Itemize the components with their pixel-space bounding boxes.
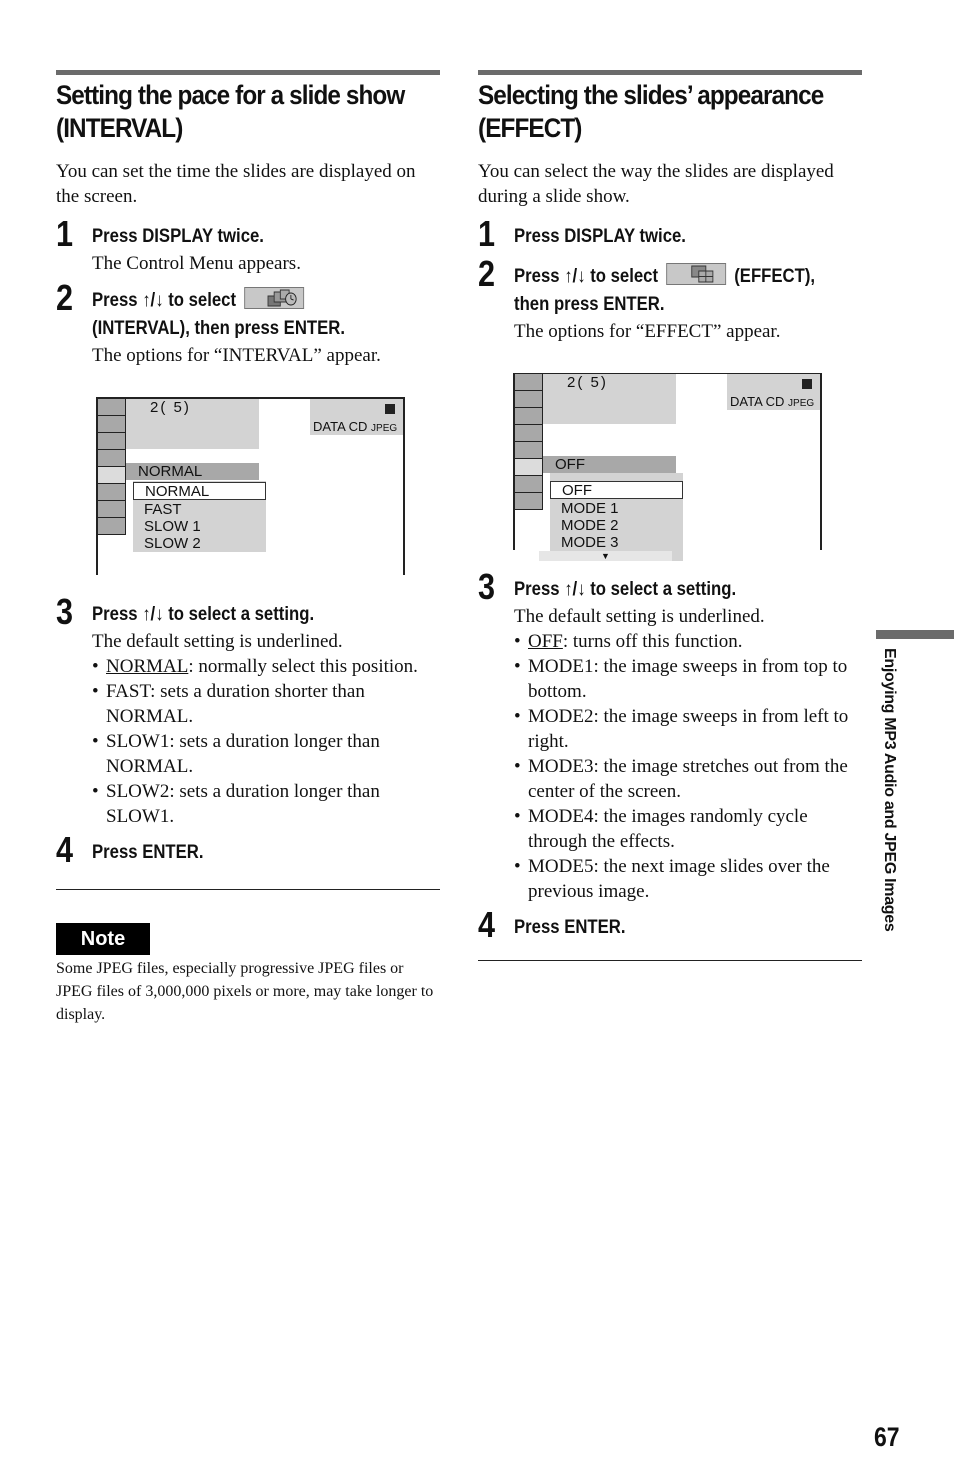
list-item: FAST: sets a duration shorter than NORMA… xyxy=(92,679,440,729)
section-rule xyxy=(56,70,440,75)
section-rule xyxy=(478,70,862,75)
step-title: Press ↑/↓ to select (INTERVAL), then pre… xyxy=(92,287,398,343)
section-interval: Setting the pace for a slide show (INTER… xyxy=(56,70,440,1026)
settings-list: NORMAL: normally select this position. F… xyxy=(92,654,440,829)
current-setting: OFF xyxy=(543,456,676,473)
step-title: Press DISPLAY twice. xyxy=(514,226,686,247)
step-3: 3 Press ↑/↓ to select a setting. The def… xyxy=(478,567,862,904)
options-list: OFF MODE 1 MODE 2 MODE 3 ▼ xyxy=(539,473,683,561)
list-item: MODE1: the image sweeps in from top to b… xyxy=(514,654,862,704)
option[interactable]: SLOW 2 xyxy=(133,535,266,552)
step-title: Press ↑/↓ to select a setting. xyxy=(514,579,737,600)
stop-icon xyxy=(385,404,395,414)
list-item: OFF: turns off this function. xyxy=(514,629,862,654)
option[interactable]: FAST xyxy=(133,501,266,518)
list-item: MODE4: the images randomly cycle through… xyxy=(514,804,862,854)
step-2: 2 Press ↑/↓ to select (INTERVAL), then p… xyxy=(56,278,440,368)
list-item: MODE2: the image sweeps in from left to … xyxy=(514,704,862,754)
step-2: 2 Press ↑/↓ to select (EFFECT), then pre… xyxy=(478,254,862,344)
menu-icon-column xyxy=(515,374,543,510)
interval-screen-display: 2( 5) DATA CD JPEG NORMAL NORMAL FAST SL… xyxy=(96,397,405,575)
step-1: 1 Press DISPLAY twice. The Control Menu … xyxy=(56,214,440,276)
step-number: 2 xyxy=(478,253,496,294)
option-selected[interactable]: NORMAL xyxy=(133,482,266,500)
menu-icon-column xyxy=(98,399,126,535)
option[interactable]: MODE 1 xyxy=(550,500,683,517)
step-1: 1 Press DISPLAY twice. xyxy=(478,214,862,254)
disc-info: DATA CD JPEG xyxy=(310,399,403,435)
list-item: MODE5: the next image slides over the pr… xyxy=(514,854,862,904)
effect-screen-display: 2( 5) DATA CD JPEG OFF OFF MODE 1 MODE 2… xyxy=(513,373,822,561)
section-effect: Selecting the slides’ appearance (EFFECT… xyxy=(478,70,862,961)
step-body: The options for “INTERVAL” appear. xyxy=(92,345,381,366)
section-heading: Selecting the slides’ appearance (EFFECT… xyxy=(478,80,824,143)
note-text: Some JPEG files, especially progressive … xyxy=(56,960,434,1023)
note-label: Note xyxy=(56,923,150,955)
current-setting: NORMAL xyxy=(126,463,259,480)
step-title: Press DISPLAY twice. xyxy=(92,226,264,247)
stop-icon xyxy=(802,379,812,389)
step-body: The options for “EFFECT” appear. xyxy=(514,321,781,342)
effects-list: OFF: turns off this function. MODE1: the… xyxy=(514,629,862,904)
options-list: NORMAL FAST SLOW 1 SLOW 2 xyxy=(133,481,266,552)
option-selected[interactable]: OFF xyxy=(550,481,683,499)
step-title: Press ↑/↓ to select (EFFECT), then press… xyxy=(514,263,820,319)
track-info: 2( 5) xyxy=(543,374,676,424)
step-body: The default setting is underlined. xyxy=(92,631,343,652)
list-item: SLOW2: sets a duration longer than SLOW1… xyxy=(92,779,440,829)
step-4: 4 Press ENTER. xyxy=(478,905,862,945)
intro-text: You can select the way the slides are di… xyxy=(478,161,834,207)
scroll-down-icon[interactable]: ▼ xyxy=(539,551,672,561)
step-number: 1 xyxy=(56,213,74,254)
step-title: Press ENTER. xyxy=(92,842,204,863)
step-number: 3 xyxy=(56,591,74,632)
note: Note Some JPEG files, especially progres… xyxy=(56,923,440,1026)
chapter-tab-bar xyxy=(876,630,954,639)
page-number: 67 xyxy=(874,1422,900,1452)
step-3: 3 Press ↑/↓ to select a setting. The def… xyxy=(56,592,440,829)
divider xyxy=(478,960,862,961)
list-item: MODE3: the image stretches out from the … xyxy=(514,754,862,804)
step-number: 4 xyxy=(478,904,496,945)
step-number: 1 xyxy=(478,213,496,254)
list-item: NORMAL: normally select this position. xyxy=(92,654,440,679)
section-heading: Setting the pace for a slide show (INTER… xyxy=(56,80,405,143)
disc-info: DATA CD JPEG xyxy=(727,374,820,410)
chapter-tab-label: Enjoying MP3 Audio and JPEG Images xyxy=(881,648,898,932)
step-number: 2 xyxy=(56,277,74,318)
track-info: 2( 5) xyxy=(126,399,259,449)
step-title: Press ENTER. xyxy=(514,917,626,938)
step-body: The default setting is underlined. xyxy=(514,606,765,627)
step-4: 4 Press ENTER. xyxy=(56,830,440,870)
effect-icon xyxy=(666,263,727,285)
list-item: SLOW1: sets a duration longer than NORMA… xyxy=(92,729,440,779)
interval-icon xyxy=(244,287,305,309)
step-title: Press ↑/↓ to select a setting. xyxy=(92,604,315,625)
step-number: 4 xyxy=(56,829,74,870)
step-number: 3 xyxy=(478,566,496,607)
option[interactable]: MODE 3 xyxy=(550,534,683,551)
intro-text: You can set the time the slides are disp… xyxy=(56,161,416,207)
divider xyxy=(56,889,440,890)
option[interactable]: SLOW 1 xyxy=(133,518,266,535)
option[interactable]: MODE 2 xyxy=(550,517,683,534)
step-body: The Control Menu appears. xyxy=(92,253,301,274)
